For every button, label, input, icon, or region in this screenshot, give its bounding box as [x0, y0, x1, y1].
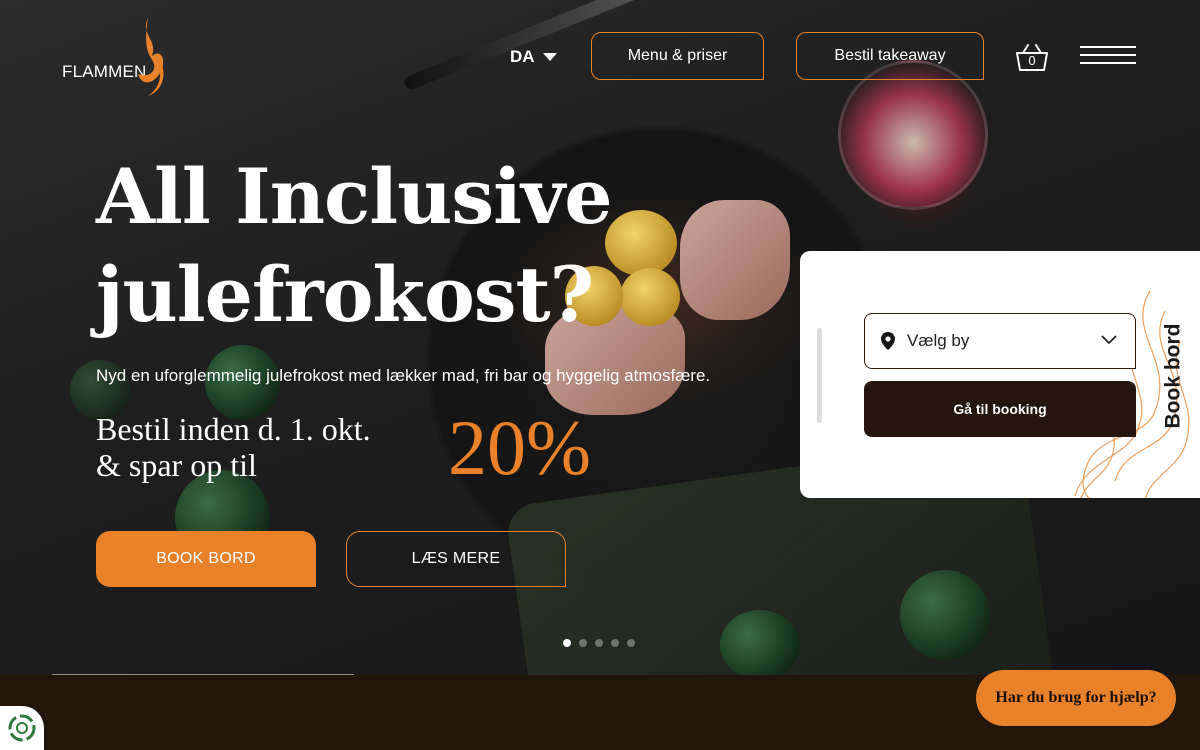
booking-widget: Vælg by Gå til booking Book bord — [800, 251, 1200, 498]
menu-prices-button[interactable]: Menu & priser — [591, 32, 764, 80]
book-table-tab[interactable]: Book bord — [1158, 311, 1188, 441]
hamburger-line — [1080, 62, 1136, 64]
hero-subline: Nyd en uforglemmelig julefrokost med læk… — [96, 366, 711, 385]
hamburger-line — [1080, 54, 1136, 56]
help-chat-button[interactable]: Har du brug for hjælp? — [976, 670, 1176, 726]
book-table-tab-label: Book bord — [1161, 323, 1184, 429]
slider-dot[interactable] — [611, 639, 619, 647]
book-table-button[interactable]: BOOK BORD — [96, 531, 316, 587]
offer-text: Bestil inden d. 1. okt. & spar op til — [96, 411, 426, 483]
discount-percent: 20% — [448, 404, 591, 491]
booking-scrollbar[interactable] — [817, 328, 822, 423]
chevron-down-icon — [542, 53, 557, 61]
basket-count: 0 — [1028, 53, 1036, 68]
dessert-glass-decoration — [838, 60, 988, 210]
language-label: DA — [510, 47, 535, 66]
flame-logo-icon — [138, 18, 164, 96]
slider-dots — [563, 639, 635, 647]
slider-dot[interactable] — [563, 639, 571, 647]
hamburger-menu-icon — [1080, 46, 1136, 48]
language-selector[interactable]: DA — [510, 47, 557, 67]
flammen-logo[interactable]: FLAMMEN — [62, 16, 172, 100]
read-more-button[interactable]: LÆS MERE — [346, 531, 566, 587]
cookie-settings-button[interactable] — [0, 706, 44, 750]
city-select-placeholder: Vælg by — [907, 331, 970, 350]
city-select[interactable]: Vælg by — [864, 313, 1136, 369]
cookie-icon — [8, 714, 36, 742]
hero-headline: All Inclusive julefrokost? — [96, 152, 613, 339]
slider-dot[interactable] — [579, 639, 587, 647]
order-takeaway-button[interactable]: Bestil takeaway — [796, 32, 984, 80]
basket-button[interactable]: 0 — [1014, 42, 1050, 74]
offer-line-1: Bestil inden d. 1. okt. — [96, 411, 371, 447]
offer-line-2: & spar op til — [96, 447, 257, 483]
location-pin-icon — [881, 332, 895, 350]
ornament-decoration — [900, 570, 990, 660]
chevron-down-icon — [1101, 335, 1117, 345]
slider-dot[interactable] — [627, 639, 635, 647]
hamburger-menu-button[interactable] — [1080, 46, 1136, 66]
ornament-decoration — [720, 610, 800, 675]
go-to-booking-button[interactable]: Gå til booking — [864, 381, 1136, 437]
slider-dot[interactable] — [595, 639, 603, 647]
